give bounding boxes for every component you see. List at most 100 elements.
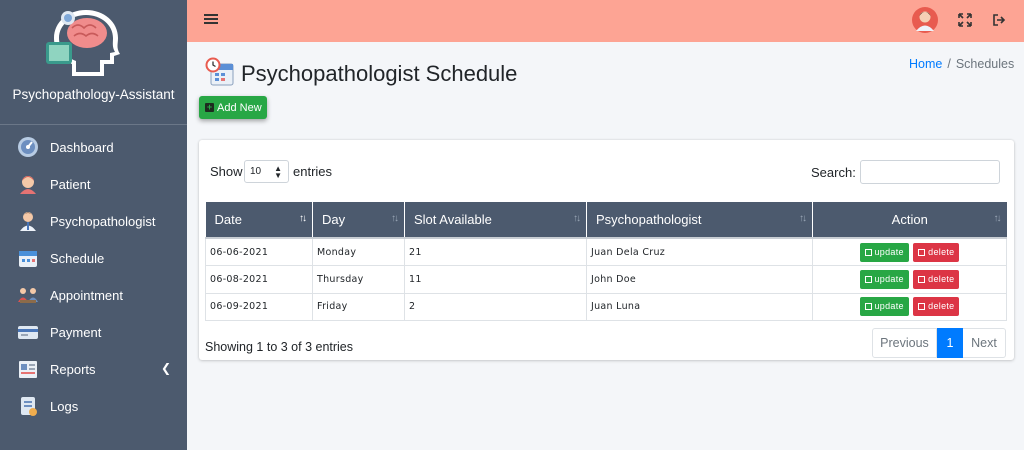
sort-icon: ↑↓ xyxy=(993,213,1002,224)
column-header-slot-available[interactable]: Slot Available ↑↓ xyxy=(404,202,587,238)
sidebar-item-label: Psychopathologist xyxy=(50,214,156,229)
entries-value: 10 xyxy=(250,166,262,177)
brand[interactable]: Psychopathology-Assistant xyxy=(0,0,187,125)
sidebar-item-appointment[interactable]: Appointment xyxy=(0,277,187,314)
breadcrumb-current: Schedules xyxy=(955,57,1015,71)
schedule-clock-calendar-icon xyxy=(205,57,234,86)
breadcrumb-home-link[interactable]: Home xyxy=(909,57,942,71)
edit-icon xyxy=(864,303,872,311)
top-navbar xyxy=(187,0,1024,42)
sidebar-item-label: Payment xyxy=(50,325,102,340)
trash-icon xyxy=(918,275,926,283)
sidebar: Psychopathology-Assistant Dashboard Pati… xyxy=(0,0,187,450)
cell-actions: update delete xyxy=(812,237,1007,266)
sidebar-nav: Dashboard Patient Psychopathologist Sche… xyxy=(0,125,187,425)
update-label: update xyxy=(874,273,904,284)
page-1-button[interactable]: 1 xyxy=(937,328,963,358)
delete-button[interactable]: delete xyxy=(913,242,960,262)
cell-slot: 2 xyxy=(404,293,587,321)
psychopathologist-icon xyxy=(20,212,36,231)
column-header-label: Action xyxy=(891,212,928,227)
sidebar-item-schedule[interactable]: Schedule xyxy=(0,240,187,277)
trash-icon xyxy=(918,303,926,311)
sidebar-item-logs[interactable]: Logs xyxy=(0,388,187,425)
brand-name: Psychopathology-Assistant xyxy=(12,87,175,102)
update-label: update xyxy=(874,301,904,312)
table-row: 06-06-2021 Monday 21 Juan Dela Cruz upda… xyxy=(205,237,1007,266)
sidebar-item-dashboard[interactable]: Dashboard xyxy=(0,129,187,166)
cell-psychopathologist: John Doe xyxy=(586,265,813,294)
plus-square-icon: + xyxy=(205,102,214,112)
cell-date: 06-08-2021 xyxy=(205,265,313,294)
entries-label: entries xyxy=(293,164,333,179)
show-label: Show xyxy=(210,164,243,179)
sidebar-item-label: Appointment xyxy=(50,288,123,303)
brain-head-logo-icon xyxy=(46,10,120,76)
cell-date: 06-06-2021 xyxy=(205,237,313,266)
sidebar-item-psychopathologist[interactable]: Psychopathologist xyxy=(0,203,187,240)
pagination: Previous 1 Next xyxy=(872,328,1006,358)
cell-slot: 21 xyxy=(404,237,587,266)
menu-toggle-icon[interactable] xyxy=(204,12,218,26)
logout-icon[interactable] xyxy=(992,13,1006,27)
column-header-day[interactable]: Day ↑↓ xyxy=(312,202,405,238)
breadcrumb: Home / Schedules xyxy=(909,57,1014,71)
column-header-label: Slot Available xyxy=(414,212,492,227)
sidebar-item-label: Schedule xyxy=(50,251,105,266)
cell-psychopathologist: Juan Dela Cruz xyxy=(586,237,813,266)
cell-day: Friday xyxy=(312,293,405,321)
sidebar-item-payment[interactable]: Payment xyxy=(0,314,187,351)
column-header-label: Date xyxy=(214,212,242,227)
delete-label: delete xyxy=(928,273,955,284)
schedule-table: Date ↑↓ Day ↑↓ Slot Available ↑↓ Psychopath… xyxy=(205,202,1007,321)
sidebar-item-label: Dashboard xyxy=(50,140,114,155)
cell-actions: update delete xyxy=(812,293,1007,321)
cell-slot: 11 xyxy=(404,265,587,294)
update-button[interactable]: update xyxy=(859,269,909,289)
add-new-button[interactable]: + Add New xyxy=(199,96,267,119)
sidebar-item-label: Reports xyxy=(50,362,96,377)
delete-label: delete xyxy=(928,246,955,257)
column-header-date[interactable]: Date ↑↓ xyxy=(205,202,313,238)
calendar-icon xyxy=(19,251,37,267)
breadcrumb-separator: / xyxy=(947,57,951,71)
delete-button[interactable]: delete xyxy=(913,269,960,289)
edit-icon xyxy=(864,248,872,256)
cell-date: 06-09-2021 xyxy=(205,293,313,321)
sidebar-item-label: Logs xyxy=(50,399,79,414)
logs-icon xyxy=(21,397,37,416)
column-header-action[interactable]: Action ↑↓ xyxy=(812,202,1007,238)
add-new-label: Add New xyxy=(217,101,262,114)
sort-icon: ↑↓ xyxy=(299,213,307,224)
delete-label: delete xyxy=(928,301,955,312)
search-label: Search: xyxy=(811,165,856,180)
cell-actions: update delete xyxy=(812,265,1007,294)
page-title: Psychopathologist Schedule xyxy=(241,61,518,86)
edit-icon xyxy=(864,275,872,283)
fullscreen-icon[interactable] xyxy=(958,13,972,27)
reports-icon xyxy=(19,361,37,378)
cell-psychopathologist: Juan Luna xyxy=(586,293,813,321)
select-caret-icon: ▲ ▼ xyxy=(274,164,282,180)
sidebar-item-reports[interactable]: Reports ❮ xyxy=(0,351,187,388)
delete-button[interactable]: delete xyxy=(913,297,960,317)
next-page-button[interactable]: Next xyxy=(963,328,1006,358)
update-button[interactable]: update xyxy=(859,297,909,317)
patient-icon xyxy=(20,176,36,194)
update-button[interactable]: update xyxy=(859,242,909,262)
table-row: 06-09-2021 Friday 2 Juan Luna update del… xyxy=(205,293,1007,321)
sidebar-item-label: Patient xyxy=(50,177,91,192)
dashboard-icon xyxy=(18,137,38,157)
search-input[interactable] xyxy=(860,160,1000,184)
table-header-row: Date ↑↓ Day ↑↓ Slot Available ↑↓ Psychopath… xyxy=(205,202,1007,238)
table-info-text: Showing 1 to 3 of 3 entries xyxy=(205,340,354,354)
chevron-left-icon: ❮ xyxy=(160,361,171,375)
sidebar-item-patient[interactable]: Patient xyxy=(0,166,187,203)
previous-page-button[interactable]: Previous xyxy=(872,328,937,358)
column-header-psychopathologist[interactable]: Psychopathologist ↑↓ xyxy=(586,202,813,238)
user-avatar[interactable] xyxy=(912,7,938,33)
entries-per-page-select[interactable]: 10 ▲ ▼ xyxy=(244,160,289,183)
update-label: update xyxy=(874,246,904,257)
appointment-icon xyxy=(18,288,38,303)
schedule-table-card: Show 10 ▲ ▼ entries Search: Date ↑↓ Day ↑↓ … xyxy=(199,140,1014,360)
